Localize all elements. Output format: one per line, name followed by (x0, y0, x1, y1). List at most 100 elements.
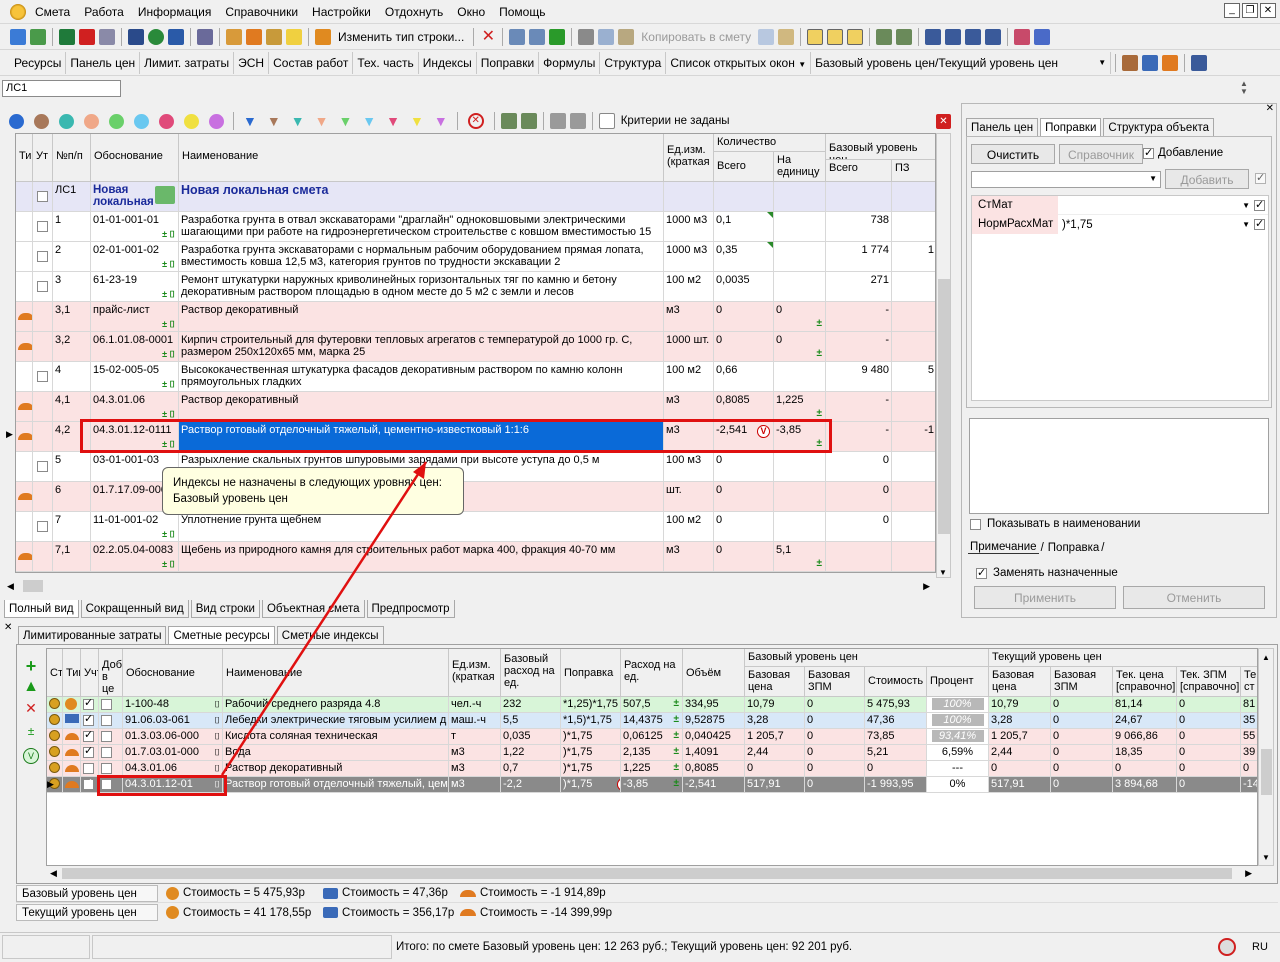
add-sub-icon[interactable]: ± (20, 724, 42, 748)
res-add-checkbox[interactable] (101, 698, 112, 710)
cell-name[interactable]: Разработка грунта в отвал экскаваторами … (179, 212, 664, 242)
res-cell-brate[interactable]: 0,7 (501, 761, 561, 777)
col-header-base-level[interactable]: Базовый уровень цен (826, 134, 935, 160)
col-header-unit[interactable]: Ед.изм. (краткая (664, 134, 714, 182)
trowel-icon[interactable] (246, 28, 262, 45)
row-checkbox-cell[interactable] (33, 512, 53, 542)
cell-num[interactable]: 6 (53, 482, 91, 512)
res-cell-name[interactable]: Раствор декоративный (223, 761, 449, 777)
cell-total[interactable]: 0,66 (714, 362, 774, 392)
res-cell-pct[interactable]: 6,59% (927, 745, 989, 761)
cell-basis[interactable]: 02-01-001-02 ± ⌷ (91, 242, 179, 272)
apply-button[interactable]: Применить (974, 586, 1116, 609)
tab-indexes[interactable]: Индексы (419, 51, 477, 74)
pr-icon[interactable] (847, 28, 864, 45)
menu-item-info[interactable]: Информация (131, 0, 218, 24)
res-cell-cost[interactable]: 5 475,93 (865, 697, 927, 713)
res-cell-name[interactable]: Вода (223, 745, 449, 761)
col-header-qty-per[interactable]: На единицу (774, 152, 826, 182)
tab-price-panel[interactable]: Панель цен (66, 51, 141, 74)
res-cell-cprice[interactable]: 3,28 (989, 713, 1051, 729)
show-in-name-checkbox[interactable] (970, 518, 981, 530)
res-col-cur-price[interactable]: Базовая цена (989, 667, 1051, 697)
cell-sum[interactable]: 0 (826, 512, 892, 542)
res-add-checkbox-cell[interactable] (99, 697, 123, 713)
res-account-checkbox-cell[interactable] (81, 697, 99, 713)
cancel-button[interactable]: Отменить (1123, 586, 1265, 609)
p-icon[interactable] (827, 28, 844, 45)
row-type-cell[interactable] (16, 272, 33, 302)
cell-sum[interactable] (826, 542, 892, 572)
res-cell-czpm[interactable]: 0 (1051, 761, 1113, 777)
validate-icon[interactable]: V (23, 748, 39, 764)
cell-num[interactable]: 7,1 (53, 542, 91, 572)
res-cell-te[interactable]: 0 (1241, 761, 1257, 777)
cell-basis[interactable]: 11-01-001-02 ± ⌷ (91, 512, 179, 542)
res-cell-cprice[interactable]: 2,44 (989, 745, 1051, 761)
tree-icon[interactable] (876, 28, 893, 45)
res-cell-vol[interactable]: 0,040425 (683, 729, 745, 745)
res-cell-basis[interactable]: 01.3.03.06-000 ⌷ (123, 729, 223, 745)
cell-sum[interactable]: 1 774 (826, 242, 892, 272)
res-cell-cprice[interactable]: 1 205,7 (989, 729, 1051, 745)
cell-pz[interactable] (892, 182, 935, 212)
res-cell-tzpm[interactable]: 0 (1177, 745, 1241, 761)
res-cell-cost[interactable]: -1 993,95 (865, 777, 927, 793)
res-col-cost[interactable]: Стоимость (865, 667, 927, 697)
cell-sum[interactable]: 271 (826, 272, 892, 302)
books-icon[interactable] (1014, 28, 1031, 45)
cell-unit[interactable]: 100 м2 (664, 272, 714, 302)
cell-basis[interactable]: 61-23-19 ± ⌷ (91, 272, 179, 302)
res-cell-tprice[interactable]: 81,14 (1113, 697, 1177, 713)
res-type-cell[interactable] (63, 745, 81, 761)
res-col-dob[interactable]: Доб в це (99, 649, 123, 697)
funnel-teal-icon[interactable]: ▼ (291, 113, 305, 129)
res-col-uch[interactable]: Учт (81, 649, 99, 697)
zoom-icon[interactable] (99, 28, 115, 45)
cell-per[interactable] (774, 512, 826, 542)
menu-item-directories[interactable]: Справочники (218, 0, 305, 24)
row-checkbox[interactable] (37, 281, 48, 292)
books2-icon[interactable] (1034, 28, 1051, 45)
indent-right-icon[interactable] (945, 28, 962, 45)
res-cell-cost[interactable]: 73,85 (865, 729, 927, 745)
cell-pz[interactable]: -1 (892, 422, 935, 452)
correction-item[interactable]: СтМат ▼ (972, 195, 1268, 215)
row-checkbox-cell[interactable] (33, 542, 53, 572)
machine-icon[interactable] (266, 28, 282, 45)
cell-per[interactable] (774, 212, 826, 242)
res-status-cell[interactable] (47, 697, 63, 713)
directory-button[interactable]: Справочник (1059, 144, 1143, 164)
res-cell-name[interactable]: Кислота соляная техническая (223, 729, 449, 745)
correction-select[interactable]: ▼ (971, 171, 1161, 188)
row-checkbox-cell[interactable] (33, 332, 53, 362)
res-cell-pct[interactable]: 0% (927, 777, 989, 793)
cell-name[interactable]: Новая локальная смета (179, 182, 664, 212)
res-cell-bprice[interactable]: 10,79 (745, 697, 805, 713)
res-cell-brate[interactable]: 232 (501, 697, 561, 713)
res-cell-corr[interactable]: )*1,75 (561, 761, 621, 777)
res-col-base-zpm[interactable]: Базовая ЗПМ (805, 667, 865, 697)
cell-total[interactable]: 0 (714, 542, 774, 572)
res-cell-corr[interactable]: )*1,75 (561, 745, 621, 761)
rp-tab-corrections[interactable]: Поправки (1040, 118, 1102, 136)
rp-tab-object-structure[interactable]: Структура объекта (1103, 118, 1215, 136)
res-cell-unit[interactable]: м3 (449, 761, 501, 777)
res-cell-bzpm[interactable]: 0 (805, 745, 865, 761)
row-checkbox-cell[interactable] (33, 452, 53, 482)
res-cell-bprice[interactable]: 0 (745, 761, 805, 777)
cell-pz[interactable] (892, 482, 935, 512)
menu-item-smeta[interactable]: Смета (28, 0, 77, 24)
res-cell-czpm[interactable]: 0 (1051, 777, 1113, 793)
cell-unit[interactable]: шт. (664, 482, 714, 512)
res-col-corr[interactable]: Поправка (561, 649, 621, 697)
res-cell-bzpm[interactable]: 0 (805, 713, 865, 729)
row-checkbox-cell[interactable] (33, 482, 53, 512)
cell-sum[interactable]: 0 (826, 452, 892, 482)
cell-per[interactable] (774, 452, 826, 482)
cell-basis[interactable]: 02.2.05.04-0083 ± ⌷ (91, 542, 179, 572)
res-cell-te[interactable]: 55 (1241, 729, 1257, 745)
res-status-cell[interactable] (47, 745, 63, 761)
res-col-basis[interactable]: Обоснование (123, 649, 223, 697)
row-checkbox-cell[interactable] (33, 302, 53, 332)
